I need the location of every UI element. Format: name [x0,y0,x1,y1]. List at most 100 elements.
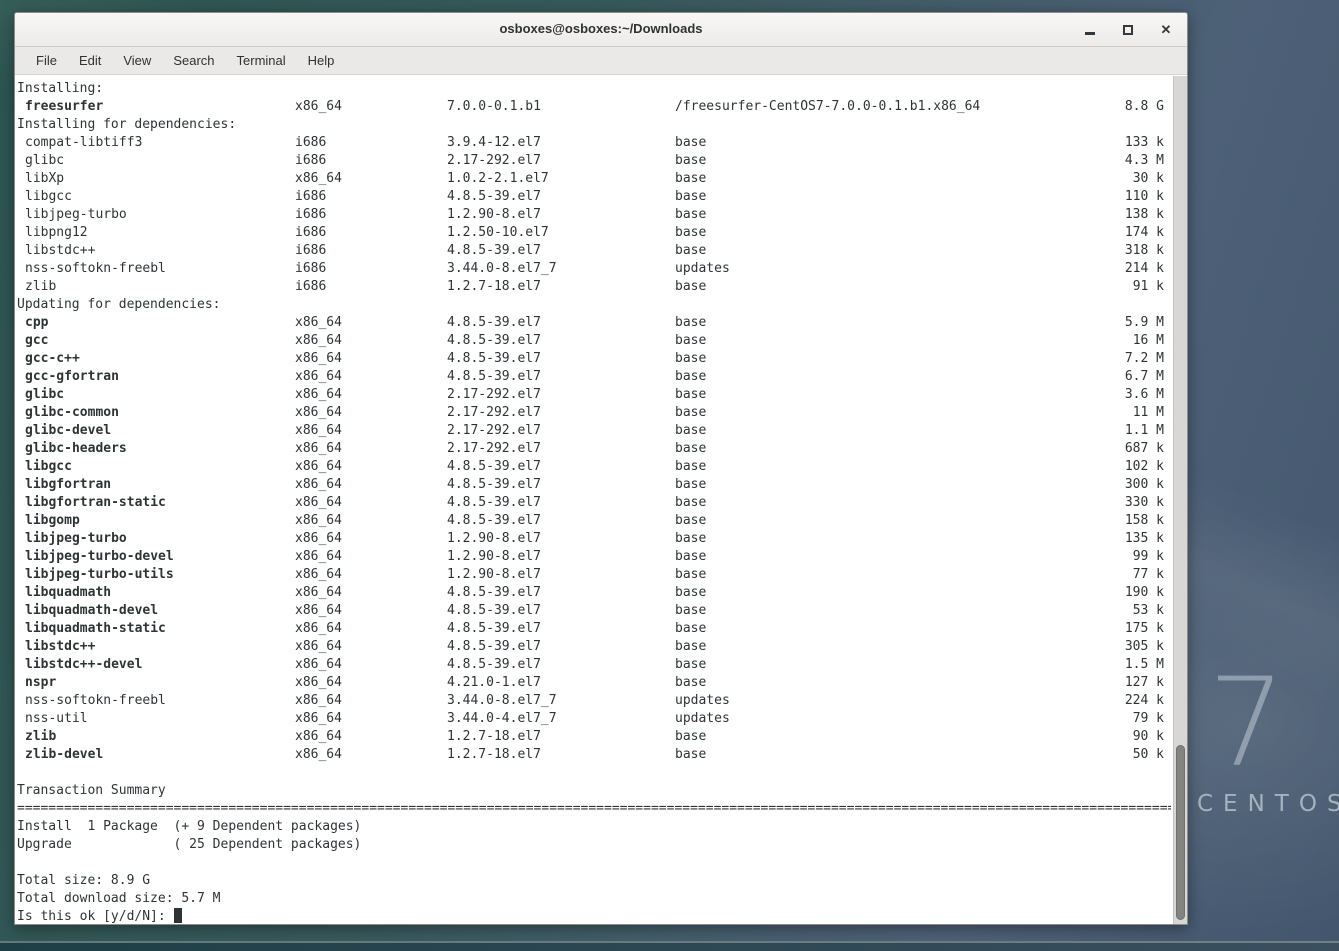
package-arch: i686 [295,152,326,170]
menu-item-search[interactable]: Search [162,47,225,74]
package-name: gcc-c++ [25,350,80,368]
package-row: zlib-develx86_641.2.7-18.el7base50 k [17,746,1171,764]
package-name: libgcc [25,188,72,206]
package-arch: x86_64 [295,692,342,710]
package-name: libjpeg-turbo-devel [25,548,174,566]
menu-item-view[interactable]: View [112,47,162,74]
package-repo: base [675,368,706,386]
package-repo: base [675,404,706,422]
terminal-content[interactable]: Installing:freesurferx86_647.0.0-0.1.b1/… [15,76,1187,924]
close-icon: ✕ [1161,23,1172,36]
centos-7-logo: 7 [1208,662,1286,784]
terminal-text: Total download size: 5.7 M [17,891,221,906]
section-header-row: Transaction Summary [17,782,1171,800]
package-row: libstdc++-develx86_644.8.5-39.el7base1.5… [17,656,1171,674]
package-row: glibci6862.17-292.el7base4.3 M [17,152,1171,170]
package-version: 4.8.5-39.el7 [447,332,541,350]
package-size: 4.3 M [1125,152,1164,170]
package-arch: x86_64 [295,710,342,728]
menu-item-terminal[interactable]: Terminal [226,47,297,74]
package-repo: base [675,134,706,152]
package-repo: updates [675,710,730,728]
scrollbar[interactable] [1173,76,1187,924]
package-version: 4.8.5-39.el7 [447,368,541,386]
close-button[interactable]: ✕ [1157,21,1175,39]
package-row: libjpeg-turbox86_641.2.90-8.el7base135 k [17,530,1171,548]
package-repo: base [675,638,706,656]
package-version: 1.2.50-10.el7 [447,224,549,242]
package-name: libquadmath-devel [25,602,158,620]
package-row: libquadmath-develx86_644.8.5-39.el7base5… [17,602,1171,620]
package-repo: base [675,206,706,224]
package-row: gcc-gfortranx86_644.8.5-39.el7base6.7 M [17,368,1171,386]
section-header-row: Installing: [17,80,1171,98]
package-name: libgomp [25,512,80,530]
package-arch: x86_64 [295,422,342,440]
package-repo: base [675,332,706,350]
package-version: 3.9.4-12.el7 [447,134,541,152]
package-arch: x86_64 [295,728,342,746]
package-version: 1.2.7-18.el7 [447,746,541,764]
package-size: 7.2 M [1125,350,1164,368]
package-arch: x86_64 [295,332,342,350]
window-titlebar[interactable]: osboxes@osboxes:~/Downloads ✕ [15,13,1187,47]
package-size: 190 k [1125,584,1164,602]
package-version: 4.8.5-39.el7 [447,656,541,674]
package-row: cppx86_644.8.5-39.el7base5.9 M [17,314,1171,332]
package-arch: x86_64 [295,98,342,116]
package-size: 99 k [1133,548,1164,566]
package-arch: x86_64 [295,368,342,386]
package-size: 30 k [1133,170,1164,188]
section-header-row: Installing for dependencies: [17,116,1171,134]
package-size: 91 k [1133,278,1164,296]
menu-item-edit[interactable]: Edit [68,47,112,74]
package-repo: updates [675,692,730,710]
section-header: Installing for dependencies: [17,117,236,132]
minimize-button[interactable] [1081,21,1099,39]
package-size: 305 k [1125,638,1164,656]
menu-item-file[interactable]: File [25,47,68,74]
separator-line: ========================================… [17,800,1171,818]
package-repo: base [675,242,706,260]
package-row: libgompx86_644.8.5-39.el7base158 k [17,512,1171,530]
package-version: 3.44.0-8.el7_7 [447,692,557,710]
scrollbar-thumb[interactable] [1176,745,1185,920]
package-version: 4.8.5-39.el7 [447,242,541,260]
text-row: Install 1 Package (+ 9 Dependent package… [17,818,1171,836]
package-row: glibc-develx86_642.17-292.el7base1.1 M [17,422,1171,440]
package-name: libquadmath-static [25,620,166,638]
package-version: 1.2.90-8.el7 [447,566,541,584]
package-arch: i686 [295,188,326,206]
terminal-window: osboxes@osboxes:~/Downloads ✕ File Edit … [14,12,1188,925]
package-version: 4.8.5-39.el7 [447,584,541,602]
package-repo: base [675,566,706,584]
package-repo: base [675,656,706,674]
maximize-icon [1123,25,1133,35]
package-name: compat-libtiff3 [25,134,142,152]
package-size: 1.5 M [1125,656,1164,674]
package-arch: x86_64 [295,404,342,422]
package-version: 7.0.0-0.1.b1 [447,98,541,116]
package-repo: base [675,440,706,458]
package-arch: i686 [295,278,326,296]
package-arch: x86_64 [295,566,342,584]
text-row: Upgrade ( 25 Dependent packages) [17,836,1171,854]
package-size: 300 k [1125,476,1164,494]
package-arch: x86_64 [295,476,342,494]
maximize-button[interactable] [1119,21,1137,39]
package-row: gcc-c++x86_644.8.5-39.el7base7.2 M [17,350,1171,368]
text-row: Total download size: 5.7 M [17,890,1171,908]
package-arch: x86_64 [295,620,342,638]
package-size: 318 k [1125,242,1164,260]
package-row: libstdc++i6864.8.5-39.el7base318 k [17,242,1171,260]
wallpaper-bottom-strip [0,941,1339,951]
menu-item-help[interactable]: Help [297,47,346,74]
package-name: cpp [25,314,48,332]
package-size: 102 k [1125,458,1164,476]
package-size: 687 k [1125,440,1164,458]
package-version: 2.17-292.el7 [447,440,541,458]
package-arch: i686 [295,206,326,224]
package-size: 110 k [1125,188,1164,206]
package-name: libgfortran [25,476,111,494]
text-row: Total size: 8.9 G [17,872,1171,890]
